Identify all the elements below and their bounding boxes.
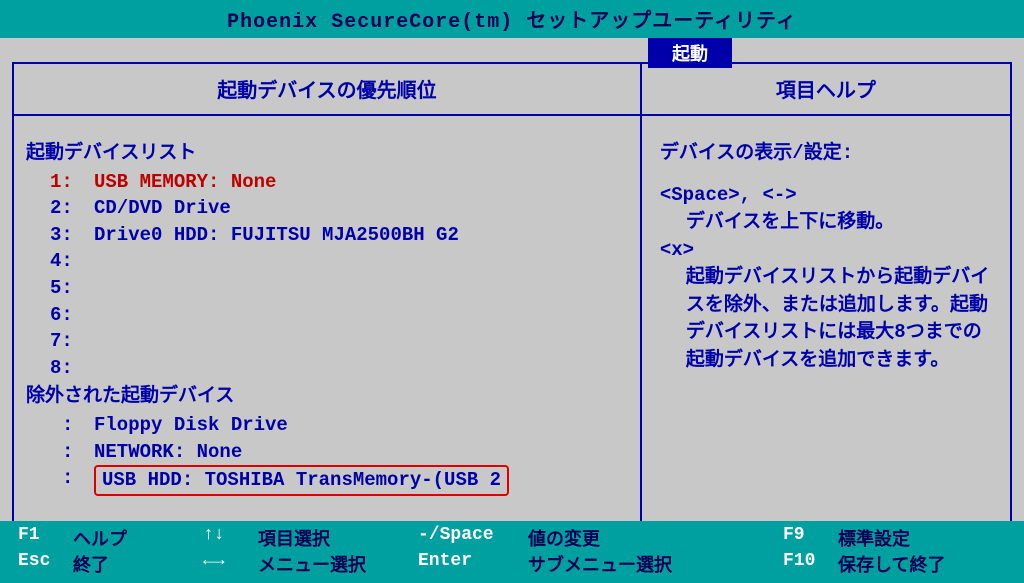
footer-hint: Esc終了 bbox=[18, 551, 203, 577]
footer-label: 項目選択 bbox=[258, 525, 418, 551]
footer-key: F10 bbox=[783, 551, 838, 577]
footer-key: Enter bbox=[418, 551, 528, 577]
footer-label: 標準設定 bbox=[838, 525, 988, 551]
footer-hint: Enterサブメニュー選択 bbox=[418, 551, 783, 577]
left-panel: 起動デバイスの優先順位 起動デバイスリスト 1:USB MEMORY: None… bbox=[14, 64, 642, 532]
boot-item-1[interactable]: 1:USB MEMORY: None bbox=[26, 169, 628, 196]
tab-boot[interactable]: 起動 bbox=[648, 38, 732, 68]
boot-item-2[interactable]: 2:CD/DVD Drive bbox=[26, 195, 628, 222]
help-key-x: <x> bbox=[660, 237, 992, 265]
highlighted-device: USB HDD: TOSHIBA TransMemory-(USB 2 bbox=[94, 465, 509, 496]
footer-label: サブメニュー選択 bbox=[528, 551, 783, 577]
excluded-item-colon: : bbox=[50, 439, 94, 466]
boot-item-7[interactable]: 7: bbox=[26, 328, 628, 355]
footer-key: -/Space bbox=[418, 525, 528, 551]
footer-key: ←→ bbox=[203, 551, 258, 577]
footer-hint: F9標準設定 bbox=[783, 525, 988, 551]
bios-title: Phoenix SecureCore(tm) セットアップユーティリティ bbox=[0, 0, 1024, 38]
footer-hint: F10保存して終了 bbox=[783, 551, 988, 577]
boot-item-4[interactable]: 4: bbox=[26, 248, 628, 275]
main-area: 起動デバイスの優先順位 起動デバイスリスト 1:USB MEMORY: None… bbox=[12, 62, 1012, 534]
boot-priority-header: 起動デバイスの優先順位 bbox=[14, 64, 640, 116]
help-title: デバイスの表示/設定: bbox=[660, 140, 992, 168]
excluded-item-colon: : bbox=[50, 412, 94, 439]
excluded-item-colon: : bbox=[50, 465, 94, 496]
excluded-list-title: 除外された起動デバイス bbox=[26, 383, 628, 410]
boot-item-label: Drive0 HDD: FUJITSU MJA2500BH G2 bbox=[94, 222, 459, 249]
help-text-move: デバイスを上下に移動。 bbox=[660, 209, 992, 237]
boot-item-label: USB MEMORY: None bbox=[94, 169, 276, 196]
boot-list-title: 起動デバイスリスト bbox=[26, 140, 628, 167]
footer-hint: F1ヘルプ bbox=[18, 525, 203, 551]
excluded-item-2[interactable]: :NETWORK: None bbox=[26, 439, 628, 466]
footer-hint: -/Space値の変更 bbox=[418, 525, 783, 551]
footer-label: 値の変更 bbox=[528, 525, 783, 551]
footer-hint: ←→メニュー選択 bbox=[203, 551, 418, 577]
footer-hint: ↑↓項目選択 bbox=[203, 525, 418, 551]
boot-item-number: 4: bbox=[50, 248, 94, 275]
excluded-item-1[interactable]: :Floppy Disk Drive bbox=[26, 412, 628, 439]
tab-row: 起動 bbox=[0, 38, 1024, 62]
boot-item-8[interactable]: 8: bbox=[26, 355, 628, 382]
boot-item-number: 1: bbox=[50, 169, 94, 196]
boot-item-label: CD/DVD Drive bbox=[94, 195, 231, 222]
footer-key: Esc bbox=[18, 551, 73, 577]
excluded-item-label: NETWORK: None bbox=[94, 439, 242, 466]
footer-key: F1 bbox=[18, 525, 73, 551]
boot-item-number: 7: bbox=[50, 328, 94, 355]
footer-label: 保存して終了 bbox=[838, 551, 988, 577]
excluded-item-3[interactable]: : USB HDD: TOSHIBA TransMemory-(USB 2 bbox=[26, 465, 628, 496]
boot-item-6[interactable]: 6: bbox=[26, 302, 628, 329]
boot-item-number: 6: bbox=[50, 302, 94, 329]
boot-item-number: 8: bbox=[50, 355, 94, 382]
excluded-item-label: USB HDD: TOSHIBA TransMemory-(USB 2 bbox=[102, 469, 501, 491]
boot-item-number: 5: bbox=[50, 275, 94, 302]
footer-bar: F1ヘルプ↑↓項目選択-/Space値の変更F9標準設定 Esc終了←→メニュー… bbox=[0, 521, 1024, 583]
footer-key: F9 bbox=[783, 525, 838, 551]
footer-label: 終了 bbox=[73, 551, 203, 577]
help-header: 項目ヘルプ bbox=[642, 64, 1010, 116]
footer-label: ヘルプ bbox=[73, 525, 203, 551]
help-text-exclude: 起動デバイスリストから起動デバイスを除外、または追加します。起動デバイスリストに… bbox=[660, 264, 992, 374]
help-key-space: <Space>, <-> bbox=[660, 182, 992, 210]
boot-item-3[interactable]: 3:Drive0 HDD: FUJITSU MJA2500BH G2 bbox=[26, 222, 628, 249]
help-panel: 項目ヘルプ デバイスの表示/設定: <Space>, <-> デバイスを上下に移… bbox=[642, 64, 1010, 532]
boot-item-5[interactable]: 5: bbox=[26, 275, 628, 302]
excluded-item-label: Floppy Disk Drive bbox=[94, 412, 288, 439]
boot-item-number: 3: bbox=[50, 222, 94, 249]
footer-label: メニュー選択 bbox=[258, 551, 418, 577]
footer-key: ↑↓ bbox=[203, 525, 258, 551]
boot-item-number: 2: bbox=[50, 195, 94, 222]
